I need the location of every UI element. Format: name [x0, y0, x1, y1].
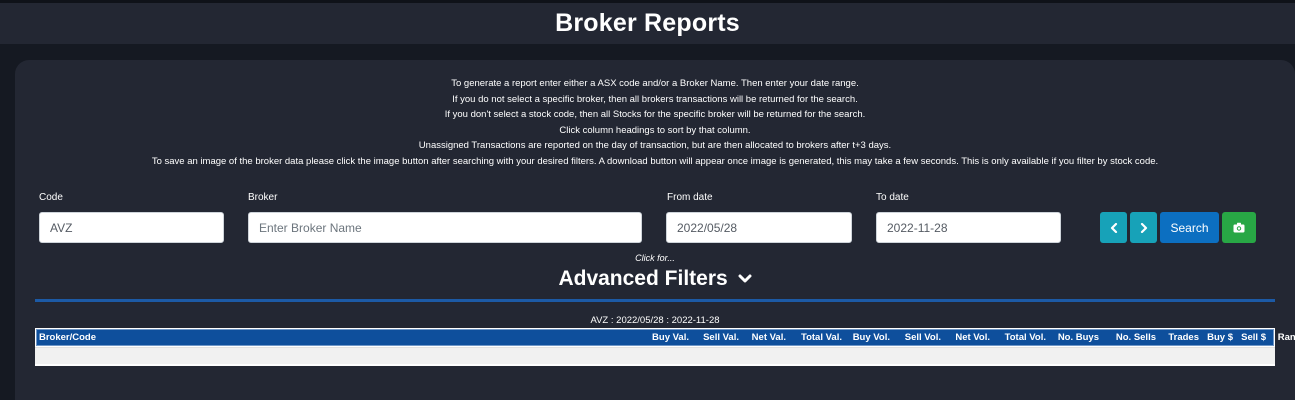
column-header-sell-val[interactable]: Sell Val. — [703, 332, 739, 343]
click-for-hint: Click for... — [635, 253, 675, 263]
from-date-value: 2022/05/28 — [677, 220, 738, 235]
column-header-trades[interactable]: Trades — [1168, 332, 1199, 343]
divider — [35, 299, 1275, 302]
column-header-no-sells[interactable]: No. Sells — [1116, 332, 1156, 343]
broker-label: Broker — [248, 192, 278, 203]
column-header-net-val[interactable]: Net Val. — [752, 332, 786, 343]
instruction-line: To generate a report enter either a ASX … — [451, 78, 859, 89]
chevron-right-icon — [1140, 222, 1147, 233]
column-header-buy-dollars[interactable]: Buy $ — [1207, 332, 1233, 343]
column-header-total-val[interactable]: Total Val. — [801, 332, 842, 343]
code-label: Code — [39, 192, 63, 203]
chevron-down-icon — [738, 274, 752, 283]
instruction-line: To save an image of the broker data plea… — [151, 155, 1159, 167]
column-header-net-vol[interactable]: Net Vol. — [955, 332, 990, 343]
instruction-line: Unassigned Transactions are reported on … — [418, 140, 892, 152]
column-header-buy-vol[interactable]: Buy Vol. — [853, 332, 890, 343]
broker-input[interactable]: Enter Broker Name — [248, 212, 642, 243]
from-date-input[interactable]: 2022/05/28 — [666, 212, 852, 243]
advanced-filters-toggle[interactable]: Advanced Filters — [15, 267, 1295, 291]
column-header-sell-vol[interactable]: Sell Vol. — [905, 332, 941, 343]
from-date-label: From date — [667, 192, 713, 203]
instructions: To generate a report enter either a ASX … — [15, 76, 1295, 170]
to-date-label: To date — [876, 192, 909, 203]
column-header-no-buys[interactable]: No. Buys — [1058, 332, 1099, 343]
to-date-input[interactable]: 2022-11-28 — [876, 212, 1061, 243]
camera-icon — [1233, 222, 1245, 233]
search-button[interactable]: Search — [1160, 212, 1219, 243]
previous-button[interactable] — [1100, 212, 1127, 243]
search-button-label: Search — [1170, 220, 1209, 235]
instruction-line: Click column headings to sort by that co… — [559, 124, 751, 136]
column-header-broker-code[interactable]: Broker/Code — [39, 332, 96, 343]
page-title: Broker Reports — [555, 9, 740, 37]
column-header-total-vol[interactable]: Total Vol. — [1005, 332, 1046, 343]
code-input-value: AVZ — [50, 220, 73, 235]
broker-input-placeholder: Enter Broker Name — [259, 220, 362, 235]
instruction-line: If you do not select a specific broker, … — [452, 93, 858, 105]
table-header-row: Broker/Code Buy Val. Sell Val. Net Val. … — [36, 329, 1295, 346]
chevron-left-icon — [1110, 222, 1117, 233]
column-header-rank[interactable]: Rank — [1278, 332, 1295, 343]
instruction-line: If you don't select a stock code, then a… — [444, 109, 866, 121]
advanced-filters-title: Advanced Filters — [558, 267, 728, 290]
table-caption: AVZ : 2022/05/28 : 2022-11-28 — [590, 315, 720, 326]
column-header-buy-val[interactable]: Buy Val. — [652, 332, 689, 343]
column-header-sell-dollars[interactable]: Sell $ — [1241, 332, 1266, 343]
image-button[interactable] — [1222, 212, 1256, 243]
page-header: Broker Reports — [0, 3, 1295, 44]
code-input[interactable]: AVZ — [39, 212, 224, 243]
horizontal-scrollbar[interactable] — [35, 347, 1275, 364]
broker-table: Broker/Code Buy Val. Sell Val. Net Val. … — [35, 328, 1295, 366]
to-date-value: 2022-11-28 — [887, 220, 948, 235]
next-button[interactable] — [1130, 212, 1157, 243]
